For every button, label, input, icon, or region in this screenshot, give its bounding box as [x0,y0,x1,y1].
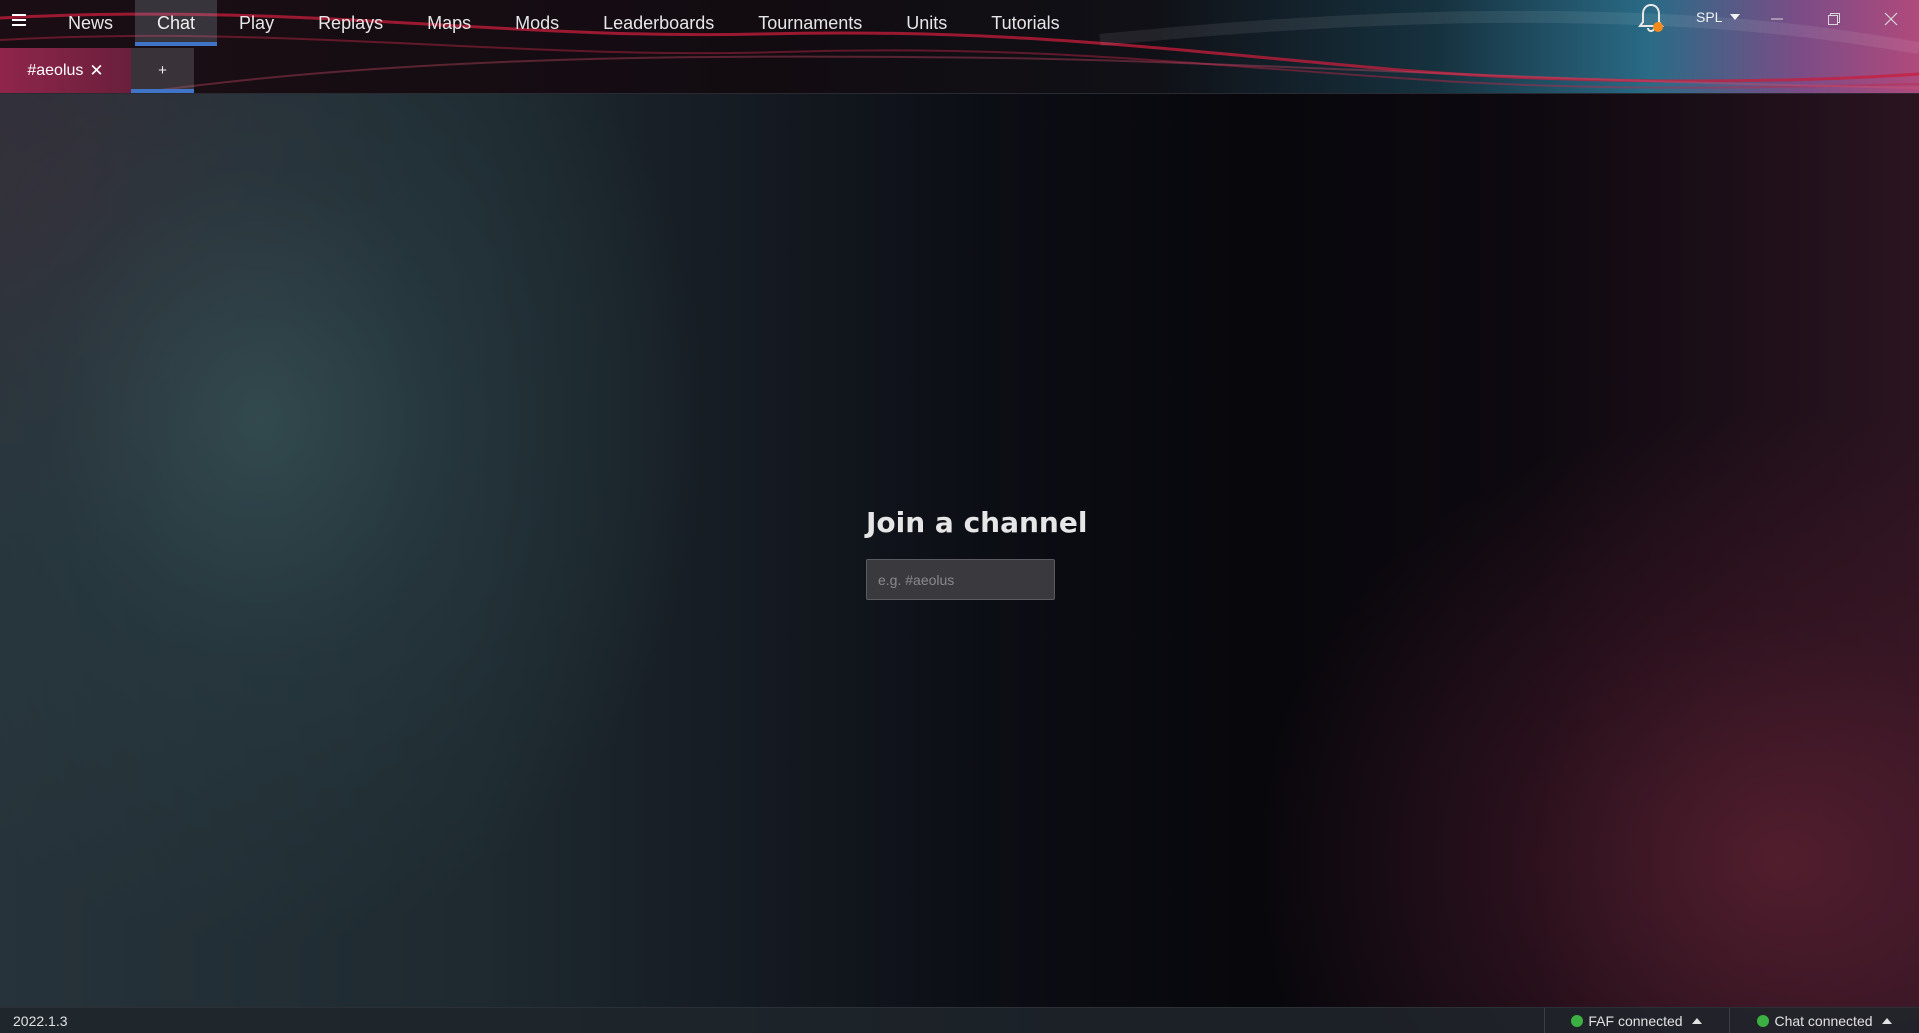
tab-replays[interactable]: Replays [296,0,405,46]
version-label: 2022.1.3 [13,1013,68,1029]
tab-label: Mods [515,12,560,33]
status-bar: 2022.1.3 FAF connected Chat connected [0,1007,1919,1033]
bell-icon-graphic [1638,4,1664,33]
notification-badge [1653,22,1663,32]
chevron-up-icon [1691,1018,1702,1024]
tab-label: Tutorials [991,12,1060,33]
close-icon[interactable]: ✕ [89,61,103,81]
tab-label: Replays [318,12,384,33]
chevron-down-icon [1730,14,1741,20]
main-tabs: News Chat Play Replays Maps Mods Leaderb… [46,0,1082,46]
close-icon[interactable] [1871,4,1911,34]
join-channel-input[interactable] [866,559,1055,600]
restore-icon[interactable] [1814,4,1854,34]
join-channel-panel: Join a channel [866,500,1088,600]
tab-label: Chat [157,12,196,33]
bell-icon[interactable] [1636,2,1666,34]
tab-chat[interactable]: Chat [135,0,218,46]
hamburger-menu-icon[interactable] [12,12,30,32]
chevron-up-icon [1881,1018,1892,1024]
chat-status-button[interactable]: Chat connected [1729,1008,1919,1033]
faf-status-label: FAF connected [1588,1013,1683,1029]
tab-tournaments[interactable]: Tournaments [736,0,884,46]
tab-label: Leaderboards [603,12,715,33]
tab-tutorials[interactable]: Tutorials [969,0,1081,46]
tab-label: Play [239,12,275,33]
app-window: News Chat Play Replays Maps Mods Leaderb… [0,0,1919,1033]
user-menu[interactable]: SPL [1696,6,1741,28]
faf-status-button[interactable]: FAF connected [1544,1008,1728,1033]
chat-status-label: Chat connected [1774,1013,1873,1029]
add-channel-tab-button[interactable]: + [131,48,194,93]
channel-tab-label: #aeolus [27,61,84,79]
tab-play[interactable]: Play [217,0,296,46]
header-bar: News Chat Play Replays Maps Mods Leaderb… [0,0,1919,94]
tab-leaderboards[interactable]: Leaderboards [581,0,736,46]
join-channel-title: Join a channel [866,506,1088,539]
tab-units[interactable]: Units [884,0,969,46]
status-dot-icon [1571,1015,1584,1027]
plus-icon: + [158,62,167,79]
tab-maps[interactable]: Maps [405,0,493,46]
tab-label: News [68,12,114,33]
tab-news[interactable]: News [46,0,135,46]
tab-label: Tournaments [758,12,863,33]
tab-label: Units [906,12,948,33]
channel-tabs: #aeolus ✕ + [0,48,194,93]
username: SPL [1696,9,1723,25]
status-dot-icon [1757,1015,1770,1027]
channel-tab-aeolus[interactable]: #aeolus ✕ [0,48,131,93]
minimize-icon[interactable] [1757,4,1797,34]
tab-label: Maps [427,12,472,33]
tab-mods[interactable]: Mods [493,0,581,46]
